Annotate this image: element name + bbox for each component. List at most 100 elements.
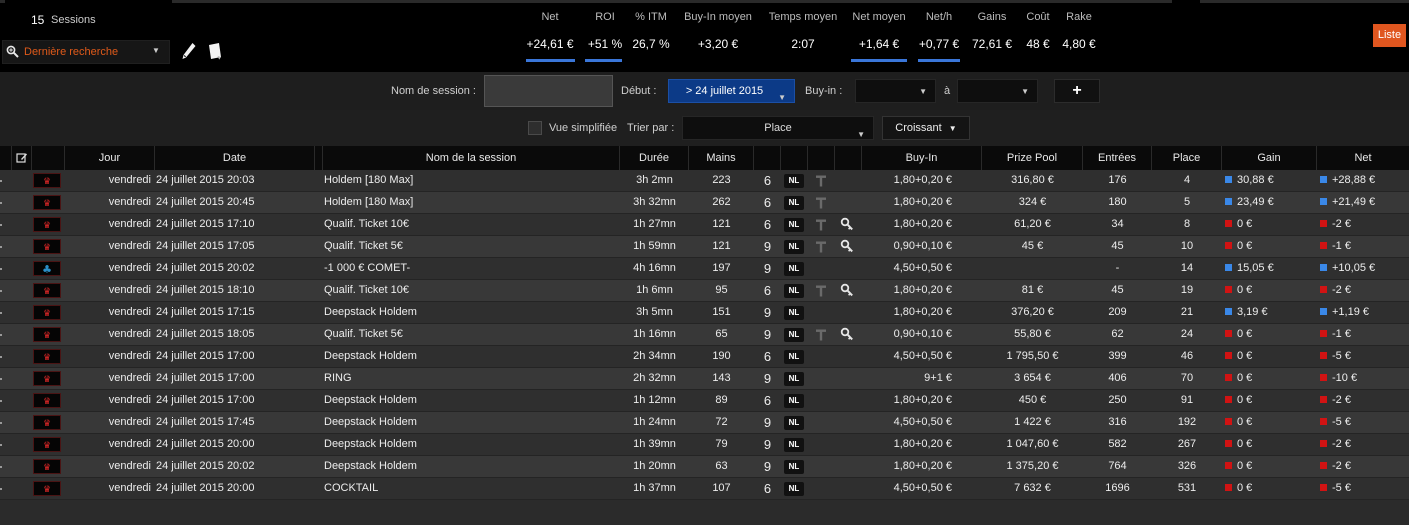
column-header-prize-pool[interactable]: Prize Pool [982, 146, 1083, 170]
column-header-gain[interactable]: Gain [1222, 146, 1317, 170]
casino-icon: ♛ [33, 239, 61, 254]
column-header-ticket[interactable] [808, 146, 835, 170]
simplified-view-checkbox[interactable] [528, 121, 542, 135]
table-row[interactable]: ♣ vendredi 24 juillet 2015 20:02 -1 000 € C… [0, 258, 1409, 280]
chevron-down-icon: ▼ [152, 46, 160, 55]
row-marker [0, 356, 2, 358]
edit-button[interactable] [178, 39, 200, 65]
column-header-marker[interactable] [0, 146, 12, 170]
svg-text:♛: ♛ [43, 375, 51, 385]
add-filter-button[interactable]: + [1054, 79, 1100, 103]
row-hands: 79 [715, 438, 728, 450]
column-header-entries[interactable]: Entrées [1083, 146, 1152, 170]
column-header-duration[interactable]: Durée [620, 146, 689, 170]
simplified-view-label: Vue simplifiée [549, 122, 618, 134]
svg-text:♛: ♛ [43, 309, 51, 319]
notes-button[interactable] [204, 39, 226, 65]
table-row[interactable]: ♛ vendredi 24 juillet 2015 20:00 Deepstack … [0, 434, 1409, 456]
row-day: vendredi [108, 460, 151, 472]
row-day: vendredi [108, 328, 151, 340]
saved-search-select[interactable]: Dernière recherche ▼ [2, 40, 170, 64]
row-hands: 151 [712, 306, 731, 318]
row-net-value: -2 € [1332, 394, 1351, 406]
ticket-icon [815, 174, 827, 188]
column-header-speed[interactable] [754, 146, 781, 170]
column-header-limit[interactable] [781, 146, 808, 170]
table-row[interactable]: ♛ vendredi 24 juillet 2015 17:00 RING 2h 32m… [0, 368, 1409, 390]
table-row[interactable]: ♛ vendredi 24 juillet 2015 20:03 Holdem [18… [0, 170, 1409, 192]
table-row[interactable]: ♛ vendredi 24 juillet 2015 17:45 Deepstack … [0, 412, 1409, 434]
table-row[interactable]: ♛ vendredi 24 juillet 2015 18:10 Qualif. Ti… [0, 280, 1409, 302]
session-name-input[interactable] [484, 75, 613, 107]
row-date: 24 juillet 2015 17:15 [156, 306, 255, 318]
sort-by-label: Trier par : [627, 122, 675, 134]
casino-icon: ♛ [33, 195, 61, 210]
row-net-value: -5 € [1332, 416, 1351, 428]
row-session-name: COCKTAIL [324, 482, 379, 494]
table-row[interactable]: ♛ vendredi 24 juillet 2015 17:10 Qualif. Ti… [0, 214, 1409, 236]
row-speed: 9 [763, 415, 772, 430]
casino-icon: ♛ [33, 415, 61, 430]
row-prize-pool: 324 € [1018, 196, 1047, 208]
column-header-hands[interactable]: Mains [689, 146, 754, 170]
row-place: 21 [1180, 306, 1194, 318]
svg-text:♛: ♛ [43, 221, 51, 231]
column-header-date[interactable]: Date [155, 146, 315, 170]
row-gain-value: 0 € [1237, 394, 1253, 406]
table-row[interactable]: ♛ vendredi 24 juillet 2015 20:00 COCKTAIL 1h… [0, 478, 1409, 500]
stat-value: +0,77 € [918, 37, 960, 51]
row-date: 24 juillet 2015 17:00 [156, 350, 255, 362]
svg-text:♛: ♛ [43, 397, 51, 407]
table-row[interactable]: ♛ vendredi 24 juillet 2015 18:05 Qualif. Ti… [0, 324, 1409, 346]
buyin-max-select[interactable]: ▼ [957, 79, 1038, 103]
column-header-buyin[interactable]: Buy-In [862, 146, 982, 170]
column-header-site[interactable] [32, 146, 65, 170]
buyin-min-select[interactable]: ▼ [855, 79, 936, 103]
row-net: -5 € [1320, 346, 1408, 367]
column-header-session-name[interactable]: Nom de la session [323, 146, 620, 170]
table-row[interactable]: ♛ vendredi 24 juillet 2015 17:00 Deepstack … [0, 390, 1409, 412]
table-row[interactable]: ♛ vendredi 24 juillet 2015 17:15 Deepstack … [0, 302, 1409, 324]
svg-text:♛: ♛ [43, 331, 51, 341]
row-duration: 1h 39mn [633, 438, 676, 450]
chevron-down-icon: ▼ [778, 93, 786, 102]
row-gain: 0 € [1225, 346, 1315, 367]
row-speed: 9 [763, 327, 772, 342]
svg-text:♛: ♛ [43, 287, 51, 297]
row-duration: 1h 16mn [633, 328, 676, 340]
row-day: vendredi [108, 262, 151, 274]
row-gain: 0 € [1225, 236, 1315, 257]
column-header-day[interactable]: Jour [65, 146, 155, 170]
table-row[interactable]: ♛ vendredi 24 juillet 2015 20:02 Deepstack … [0, 456, 1409, 478]
row-net-value: -5 € [1332, 482, 1351, 494]
row-date: 24 juillet 2015 18:05 [156, 328, 255, 340]
row-prize-pool: 1 422 € [1014, 416, 1051, 428]
row-limit-badge: NL [784, 416, 804, 430]
row-speed: 9 [763, 239, 772, 254]
row-prize-pool: 45 € [1021, 240, 1044, 252]
list-button[interactable]: Liste [1373, 24, 1406, 47]
table-row[interactable]: ♛ vendredi 24 juillet 2015 20:45 Holdem [18… [0, 192, 1409, 214]
row-buyin: 1,80+0,20 € [893, 306, 952, 318]
row-speed: 6 [763, 173, 772, 188]
table-row[interactable]: ♛ vendredi 24 juillet 2015 17:05 Qualif. Ti… [0, 236, 1409, 258]
column-header-notes[interactable] [12, 146, 32, 170]
start-date-select[interactable]: > 24 juillet 2015 ▼ [668, 79, 795, 103]
sort-order-select[interactable]: Croissant ▼ [882, 116, 970, 140]
column-header-key[interactable] [835, 146, 862, 170]
row-place: 192 [1177, 416, 1197, 428]
gain-indicator [1225, 396, 1232, 403]
row-date: 24 juillet 2015 17:10 [156, 218, 255, 230]
row-net: -2 € [1320, 214, 1408, 235]
row-gain: 0 € [1225, 456, 1315, 477]
row-net-value: +21,49 € [1332, 196, 1376, 208]
gain-indicator [1225, 330, 1232, 337]
row-day: vendredi [108, 174, 151, 186]
table-row[interactable]: ♛ vendredi 24 juillet 2015 17:00 Deepstack … [0, 346, 1409, 368]
column-header-net[interactable]: Net [1317, 146, 1409, 170]
sort-by-select[interactable]: Place ▼ [682, 116, 874, 140]
column-header-place[interactable]: Place [1152, 146, 1222, 170]
stat-label: % ITM [635, 11, 667, 23]
row-marker [0, 224, 2, 226]
row-place: 4 [1183, 174, 1191, 186]
